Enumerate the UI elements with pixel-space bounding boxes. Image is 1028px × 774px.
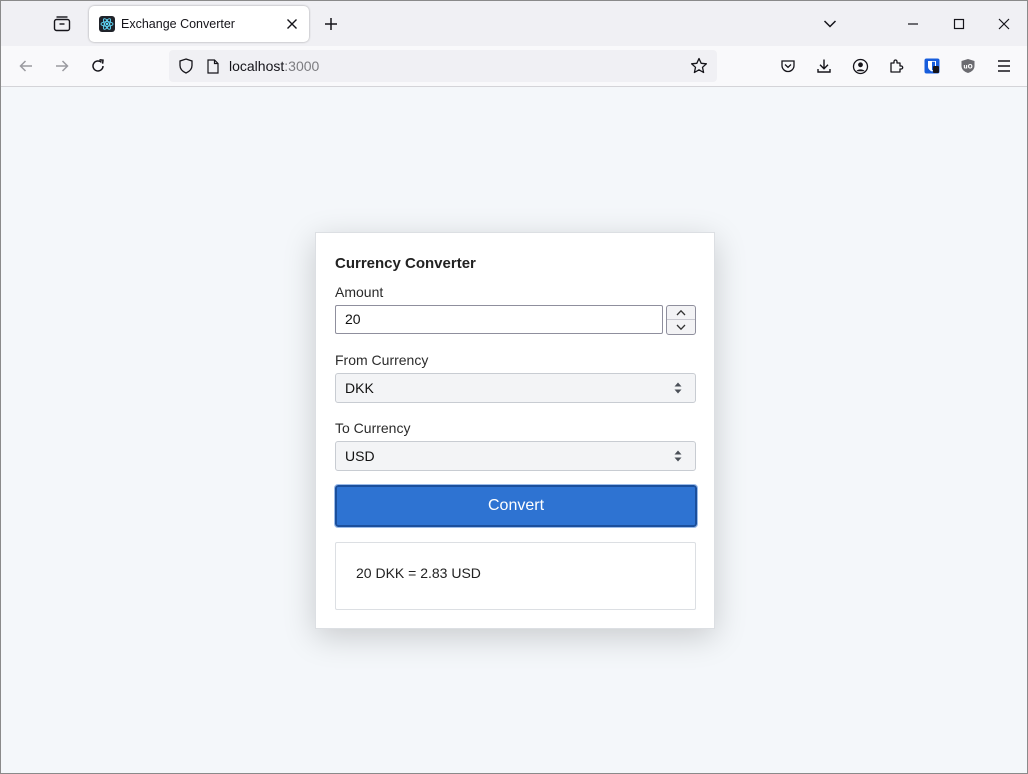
from-currency-label: From Currency (335, 352, 429, 368)
tab-list-icon (53, 16, 71, 32)
downloads-button[interactable] (809, 51, 839, 81)
app-menu-button[interactable] (989, 51, 1019, 81)
tracking-protection-button[interactable] (177, 57, 195, 75)
menu-icon (998, 60, 1010, 72)
list-all-tabs-button[interactable] (816, 10, 844, 38)
account-icon (852, 58, 868, 74)
maximize-icon (953, 18, 965, 29)
plus-icon (325, 18, 337, 30)
bookmark-button[interactable] (685, 52, 713, 80)
pocket-button[interactable] (773, 51, 803, 81)
tab-title: Exchange Converter (121, 17, 235, 31)
back-arrow-icon (19, 60, 32, 72)
currency-converter-card: Currency Converter Amount 20 From Curren… (315, 232, 715, 629)
stepper-decrement[interactable] (667, 320, 695, 334)
chevron-up-icon (676, 309, 686, 316)
browser-window: Exchange Converter localhost:3000 uO Cur… (0, 0, 1028, 774)
url-host: localhost (229, 58, 285, 74)
url-port: :3000 (284, 58, 320, 74)
to-currency-value: USD (345, 448, 375, 464)
svg-text:uO: uO (963, 64, 972, 71)
convert-button[interactable]: Convert (334, 484, 698, 528)
chevron-down-icon (823, 20, 837, 28)
amount-input[interactable]: 20 (335, 305, 663, 334)
navigation-toolbar: localhost:3000 uO (1, 46, 1027, 87)
maximize-button[interactable] (936, 1, 982, 46)
tab-list-button[interactable] (45, 7, 79, 41)
extensions-button[interactable] (881, 51, 911, 81)
site-info-button[interactable] (205, 57, 221, 75)
from-currency-value: DKK (345, 380, 374, 396)
forward-arrow-icon (56, 60, 69, 72)
star-icon (690, 57, 708, 74)
select-arrows-icon (674, 382, 682, 394)
close-icon (287, 19, 297, 29)
minimize-icon (908, 22, 918, 25)
download-icon (817, 59, 831, 73)
minimize-button[interactable] (890, 1, 936, 46)
page-icon (207, 58, 219, 74)
chevron-down-icon (676, 324, 686, 330)
select-arrows-icon (674, 450, 682, 462)
react-favicon-icon (99, 16, 115, 32)
stepper-increment[interactable] (667, 306, 695, 320)
from-currency-select[interactable]: DKK (335, 373, 696, 403)
close-icon (998, 18, 1010, 29)
ublock-extension-button[interactable]: uO (953, 51, 983, 81)
amount-stepper[interactable] (666, 305, 696, 335)
tab-strip: Exchange Converter (1, 1, 1027, 46)
shield-icon (179, 58, 193, 74)
account-button[interactable] (845, 51, 875, 81)
window-close-button[interactable] (981, 1, 1027, 46)
conversion-result: 20 DKK = 2.83 USD (356, 565, 481, 581)
page-title: Currency Converter (335, 255, 476, 272)
pocket-icon (781, 60, 795, 73)
url-text[interactable]: localhost:3000 (229, 58, 685, 74)
to-currency-select[interactable]: USD (335, 441, 696, 471)
extensions-icon (890, 59, 904, 73)
tab-close-button[interactable] (281, 13, 303, 35)
tab-exchange-converter[interactable]: Exchange Converter (89, 6, 309, 42)
ublock-icon: uO (961, 59, 975, 73)
result-box: 20 DKK = 2.83 USD (335, 542, 696, 610)
forward-button[interactable] (47, 51, 77, 81)
bitwarden-extension-button[interactable] (917, 51, 947, 81)
new-tab-button[interactable] (317, 10, 345, 38)
to-currency-label: To Currency (335, 420, 411, 436)
reload-button[interactable] (83, 51, 113, 81)
amount-label: Amount (335, 284, 384, 300)
back-button[interactable] (11, 51, 41, 81)
url-bar[interactable]: localhost:3000 (169, 50, 717, 82)
bitwarden-icon (924, 58, 940, 74)
reload-icon (92, 59, 104, 72)
